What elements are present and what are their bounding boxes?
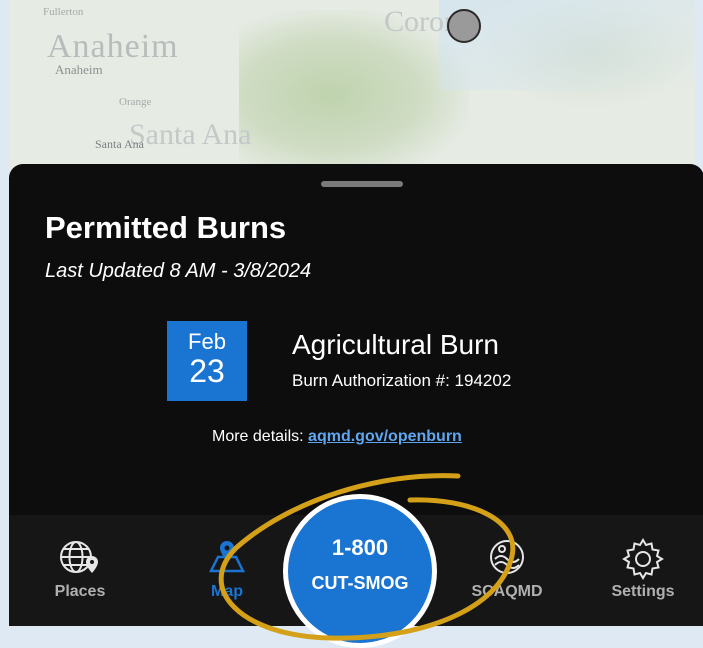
map-water	[439, 0, 695, 90]
openburn-link[interactable]: aqmd.gov/openburn	[308, 428, 462, 445]
cta-phone-prefix: 1-800	[331, 535, 389, 560]
more-details: More details: aqmd.gov/openburn	[212, 428, 462, 446]
burn-date-day: 23	[189, 353, 225, 389]
call-cut-smog-button[interactable]: 1-800 CUT-SMOG	[283, 494, 437, 648]
gear-icon	[622, 538, 664, 580]
location-pin[interactable]	[447, 9, 481, 43]
map-label-santa-ana: Santa Ana	[95, 137, 144, 151]
burn-date-badge: Feb 23	[167, 321, 247, 401]
sheet-drag-handle[interactable]	[321, 181, 403, 187]
nav-settings[interactable]: Settings	[588, 515, 698, 626]
bottom-sheet: Permitted Burns Last Updated 8 AM - 3/8/…	[9, 164, 703, 518]
map-label-santa-ana-large: Santa Ana	[129, 118, 252, 151]
map-icon	[208, 541, 246, 573]
more-details-label: More details:	[212, 428, 309, 445]
nav-settings-label: Settings	[611, 583, 675, 600]
sheet-title: Permitted Burns	[45, 210, 287, 245]
nav-places[interactable]: Places	[25, 515, 135, 626]
last-updated-text: Last Updated 8 AM - 3/8/2024	[45, 260, 312, 282]
map-label-anaheim: Anaheim	[55, 62, 103, 77]
cta-phone-word: CUT-SMOG	[311, 573, 409, 593]
nav-places-label: Places	[54, 583, 106, 600]
burn-type: Agricultural Burn	[292, 329, 499, 360]
map-label-fullerton: Fullerton	[43, 6, 84, 18]
map-view[interactable]: Fullerton Anaheim Anaheim Orange Santa A…	[9, 0, 695, 176]
nav-map[interactable]: Map	[172, 515, 282, 626]
nav-scaqmd[interactable]: SCAQMD	[452, 515, 562, 626]
scaqmd-icon	[490, 540, 524, 574]
nav-scaqmd-label: SCAQMD	[471, 583, 543, 600]
burn-authorization: Burn Authorization #: 194202	[292, 371, 512, 390]
burn-date-month: Feb	[188, 329, 226, 354]
map-label-orange: Orange	[119, 96, 152, 108]
globe-pin-icon	[60, 541, 98, 573]
nav-map-label: Map	[211, 583, 243, 600]
map-label-anaheim-large: Anaheim	[47, 28, 179, 65]
